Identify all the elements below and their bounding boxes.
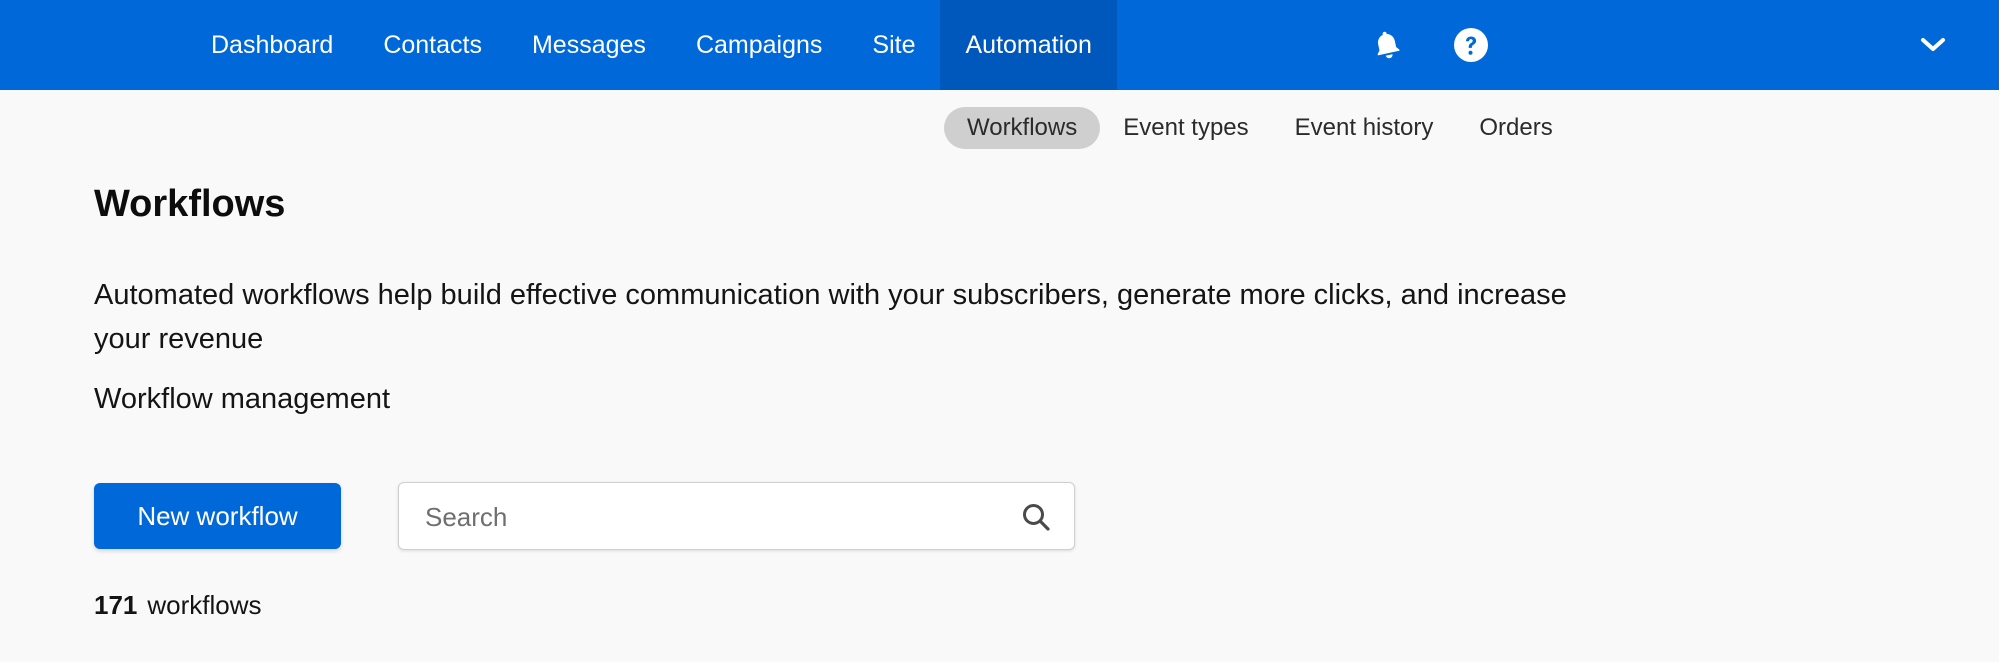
- tab-orders[interactable]: Orders: [1456, 107, 1575, 149]
- new-workflow-button[interactable]: New workflow: [94, 483, 341, 549]
- sub-navigation: Workflows Event types Event history Orde…: [944, 107, 1576, 149]
- page-title: Workflows: [94, 183, 286, 225]
- tab-event-history[interactable]: Event history: [1272, 107, 1457, 149]
- search-icon[interactable]: [1021, 502, 1051, 532]
- help-icon[interactable]: [1446, 20, 1496, 70]
- nav-item-messages[interactable]: Messages: [507, 0, 671, 90]
- bell-icon[interactable]: [1362, 20, 1412, 70]
- section-subheading: Workflow management: [94, 383, 391, 415]
- page-description: Automated workflows help build effective…: [94, 279, 1567, 355]
- workflow-count-label: workflows: [147, 590, 262, 620]
- tab-event-types[interactable]: Event types: [1100, 107, 1271, 149]
- nav-item-site[interactable]: Site: [847, 0, 940, 90]
- chevron-down-icon[interactable]: [1908, 20, 1958, 70]
- nav-item-contacts[interactable]: Contacts: [358, 0, 507, 90]
- search-input[interactable]: [425, 497, 995, 537]
- nav-item-automation[interactable]: Automation: [940, 0, 1117, 90]
- main-nav: Dashboard Contacts Messages Campaigns Si…: [186, 0, 1117, 90]
- tab-workflows[interactable]: Workflows: [944, 107, 1101, 149]
- workflow-count: 171 workflows: [94, 590, 262, 621]
- top-navigation-bar: Dashboard Contacts Messages Campaigns Si…: [0, 0, 1999, 90]
- nav-item-campaigns[interactable]: Campaigns: [671, 0, 847, 90]
- workflow-count-number: 171: [94, 590, 138, 620]
- search-box: [398, 482, 1075, 550]
- nav-item-dashboard[interactable]: Dashboard: [186, 0, 358, 90]
